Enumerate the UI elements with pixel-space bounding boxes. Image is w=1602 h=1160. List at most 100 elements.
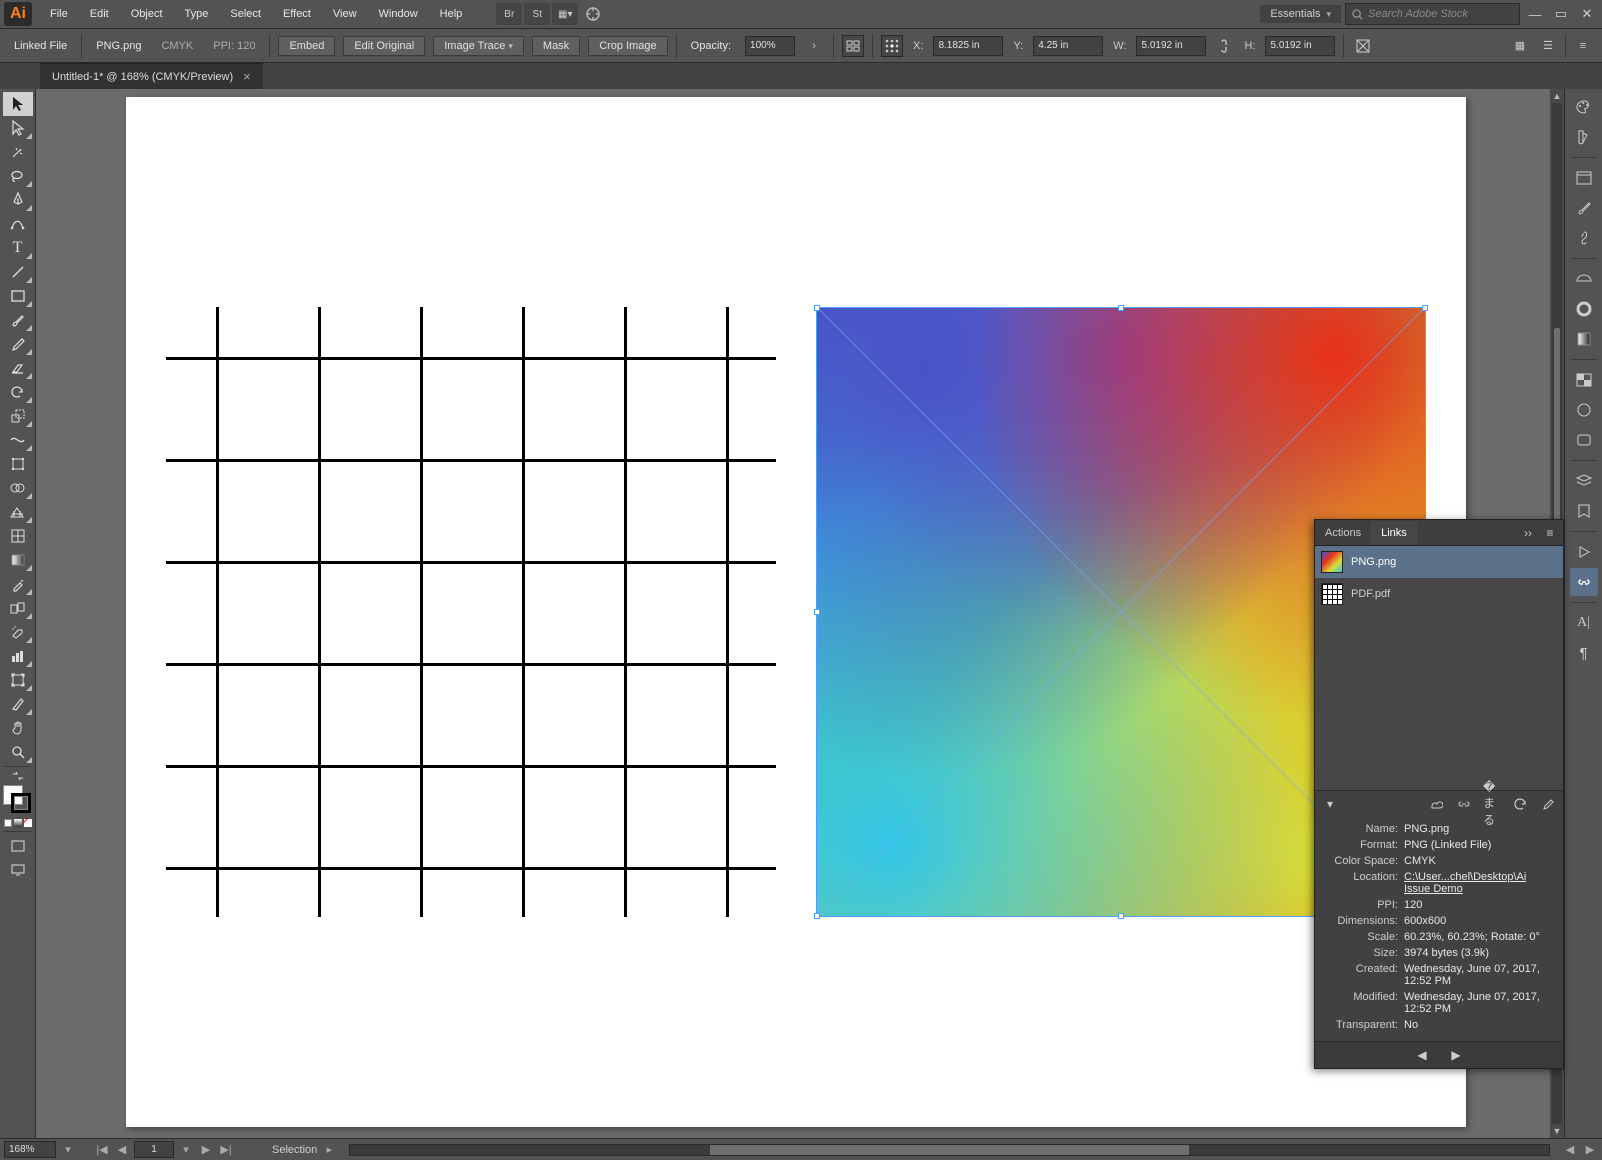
line-tool[interactable] xyxy=(3,260,33,284)
constrain-proportions-icon[interactable] xyxy=(1214,36,1234,56)
menu-type[interactable]: Type xyxy=(175,4,219,24)
edit-original-icon[interactable] xyxy=(1539,795,1557,813)
paintbrush-tool[interactable] xyxy=(3,308,33,332)
next-link-icon[interactable]: ▶ xyxy=(1447,1046,1465,1064)
width-tool[interactable] xyxy=(3,428,33,452)
symbol-sprayer-tool[interactable] xyxy=(3,620,33,644)
workspace-switcher[interactable]: Essentials ▾ xyxy=(1260,5,1341,23)
mask-button[interactable]: Mask xyxy=(532,36,580,56)
bridge-icon[interactable]: Br xyxy=(496,3,522,25)
h-input[interactable] xyxy=(1265,36,1335,56)
y-input[interactable] xyxy=(1033,36,1103,56)
menu-object[interactable]: Object xyxy=(121,4,173,24)
artboard-dropdown-icon[interactable]: ▾ xyxy=(178,1143,194,1156)
paragraph-panel-icon[interactable]: ¶ xyxy=(1570,639,1598,667)
blend-tool[interactable] xyxy=(3,596,33,620)
symbols-panel-icon[interactable] xyxy=(1570,224,1598,252)
artboard-field[interactable] xyxy=(134,1141,174,1158)
opacity-more-icon[interactable]: › xyxy=(803,35,825,57)
menu-window[interactable]: Window xyxy=(369,4,428,24)
scroll-up-icon[interactable]: ▲ xyxy=(1550,89,1564,103)
graphic-styles-panel-icon[interactable] xyxy=(1570,426,1598,454)
slice-tool[interactable] xyxy=(3,692,33,716)
swatches-panel-icon[interactable] xyxy=(1570,123,1598,151)
image-trace-button[interactable]: Image Trace xyxy=(433,36,524,56)
curvature-tool[interactable] xyxy=(3,212,33,236)
screen-mode-icon[interactable] xyxy=(3,858,33,882)
arrange-documents-icon[interactable]: ▦▾ xyxy=(552,3,578,25)
menu-file[interactable]: File xyxy=(40,4,78,24)
link-item-png[interactable]: PNG.png xyxy=(1315,546,1563,578)
last-artboard-icon[interactable]: ▶| xyxy=(218,1143,234,1156)
type-tool[interactable]: T xyxy=(3,236,33,260)
menu-select[interactable]: Select xyxy=(220,4,271,24)
x-input[interactable] xyxy=(933,36,1003,56)
align-icon[interactable] xyxy=(842,35,864,57)
menu-view[interactable]: View xyxy=(323,4,367,24)
color-mode-row[interactable] xyxy=(0,819,35,827)
h-scroll-thumb[interactable] xyxy=(710,1145,1189,1155)
pencil-tool[interactable] xyxy=(3,332,33,356)
stroke-panel-icon[interactable] xyxy=(1570,295,1598,323)
update-link-icon[interactable] xyxy=(1511,795,1529,813)
artboard-tool[interactable] xyxy=(3,668,33,692)
prefs-icon[interactable]: ☰ xyxy=(1537,35,1559,57)
crop-image-button[interactable]: Crop Image xyxy=(588,36,667,56)
stock-icon[interactable]: St xyxy=(524,3,550,25)
direct-selection-tool[interactable] xyxy=(3,116,33,140)
scale-tool[interactable] xyxy=(3,404,33,428)
isolate-icon[interactable] xyxy=(1352,35,1374,57)
embed-button[interactable]: Embed xyxy=(278,36,335,56)
relink-cc-icon[interactable] xyxy=(1427,795,1445,813)
minimize-button[interactable]: — xyxy=(1524,5,1546,23)
shape-builder-tool[interactable] xyxy=(3,476,33,500)
magic-wand-tool[interactable] xyxy=(3,140,33,164)
links-panel-icon[interactable] xyxy=(1570,568,1598,596)
selection-tool[interactable] xyxy=(3,92,33,116)
maximize-button[interactable]: ▭ xyxy=(1550,5,1572,23)
zoom-dropdown-icon[interactable]: ▾ xyxy=(60,1143,76,1156)
color-panel-icon[interactable] xyxy=(1570,93,1598,121)
setup-icon[interactable]: ▦ xyxy=(1509,35,1531,57)
gradient-panel-icon[interactable] xyxy=(1570,325,1598,353)
prev-link-icon[interactable]: ◀ xyxy=(1413,1046,1431,1064)
links-tab[interactable]: Links xyxy=(1371,521,1417,545)
edit-original-button[interactable]: Edit Original xyxy=(343,36,425,56)
menu-help[interactable]: Help xyxy=(430,4,473,24)
toggle-fill-stroke[interactable] xyxy=(3,769,33,783)
link-item-pdf[interactable]: PDF.pdf xyxy=(1315,578,1563,610)
character-panel-icon[interactable]: A| xyxy=(1570,609,1598,637)
layers-panel-icon[interactable] xyxy=(1570,467,1598,495)
libraries-panel-icon[interactable] xyxy=(1570,265,1598,293)
first-artboard-icon[interactable]: |◀ xyxy=(94,1143,110,1156)
linked-filename[interactable]: PNG.png xyxy=(90,40,147,52)
rotate-tool[interactable] xyxy=(3,380,33,404)
mesh-tool[interactable] xyxy=(3,524,33,548)
status-menu-icon[interactable]: ▸ xyxy=(321,1143,337,1156)
properties-panel-icon[interactable] xyxy=(1570,164,1598,192)
h-scroll-left-icon[interactable]: ◀ xyxy=(1562,1143,1578,1156)
gpu-icon[interactable] xyxy=(580,3,606,25)
panel-menu-icon[interactable]: ≡ xyxy=(1541,524,1559,542)
zoom-tool[interactable] xyxy=(3,740,33,764)
hand-tool[interactable] xyxy=(3,716,33,740)
rectangle-tool[interactable] xyxy=(3,284,33,308)
brushes-panel-icon[interactable] xyxy=(1570,194,1598,222)
lasso-tool[interactable] xyxy=(3,164,33,188)
zoom-field[interactable] xyxy=(4,1141,56,1158)
eraser-tool[interactable] xyxy=(3,356,33,380)
draw-mode-icon[interactable] xyxy=(3,834,33,858)
stock-search-field[interactable]: Search Adobe Stock xyxy=(1345,3,1520,25)
menu-edit[interactable]: Edit xyxy=(80,4,119,24)
w-input[interactable] xyxy=(1136,36,1206,56)
collapse-panel-icon[interactable]: ›› xyxy=(1519,524,1537,542)
free-transform-tool[interactable] xyxy=(3,452,33,476)
close-button[interactable]: ✕ xyxy=(1576,5,1598,23)
perspective-grid-tool[interactable] xyxy=(3,500,33,524)
document-tab[interactable]: Untitled-1* @ 168% (CMYK/Preview) × xyxy=(40,63,263,89)
menu-effect[interactable]: Effect xyxy=(273,4,321,24)
grid-artwork[interactable] xyxy=(166,307,776,917)
opacity-input[interactable] xyxy=(745,36,795,56)
scroll-down-icon[interactable]: ▼ xyxy=(1550,1124,1564,1138)
asset-export-panel-icon[interactable] xyxy=(1570,497,1598,525)
